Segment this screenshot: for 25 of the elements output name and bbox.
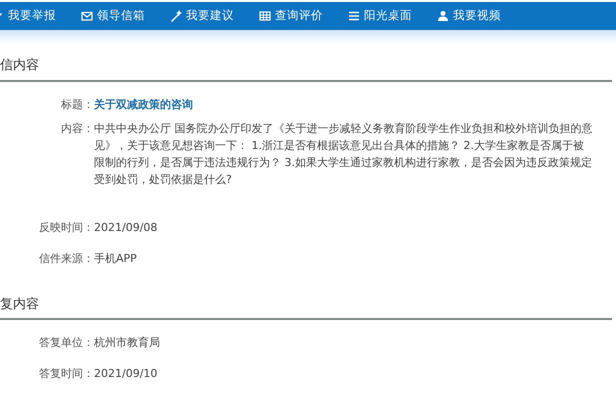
user-icon xyxy=(437,10,449,22)
field-label: 内容： xyxy=(60,120,94,137)
title-link[interactable]: 关于双减政策的咨询 xyxy=(94,96,193,113)
nav-link[interactable]: 领导信箱 xyxy=(81,2,158,30)
section-heading: 复内容 xyxy=(0,286,612,320)
envelope-icon xyxy=(81,10,93,22)
menu-icon xyxy=(348,10,360,22)
table-icon xyxy=(259,10,271,22)
section-heading: 信内容 xyxy=(0,48,612,82)
field-label: 答复时间： xyxy=(38,366,94,382)
nav-link[interactable]: 我要视频 xyxy=(437,2,514,30)
field-value: 杭州市教育局 xyxy=(94,335,161,352)
nav-link[interactable]: 阳光桌面 xyxy=(348,2,425,30)
field-label: 标题： xyxy=(60,96,94,113)
nav-link[interactable]: 查询评价 xyxy=(259,2,336,30)
nav-link[interactable]: 我要建议 xyxy=(170,2,247,30)
field-value: 2021/09/10 xyxy=(94,366,158,382)
field-label: 答复单位： xyxy=(38,335,94,352)
wand-icon xyxy=(170,10,182,22)
field-label: 反映时间： xyxy=(38,220,94,236)
field-value: 中共中央办公厅 国务院办公厅印发了《关于进一步减轻义务教育阶段学生作业负担和校外培训负担的意见》，关于该意见想咨询一下： 1.浙江是否有根据该意见出台具体的措施？ 2.大学生家教是否属于被限制的行列，是否属于违法违规行为？ 3.如果大学生通过家教机构进行家教，是否会因为违反政策规定受到处罚，处罚依据是什么? xyxy=(94,120,594,188)
field-value: 手机APP xyxy=(94,250,138,267)
field-value: 2021/09/08 xyxy=(94,220,158,236)
field-label: 信件来源： xyxy=(38,250,94,267)
nav-link[interactable]: 我要举报 xyxy=(0,2,69,30)
